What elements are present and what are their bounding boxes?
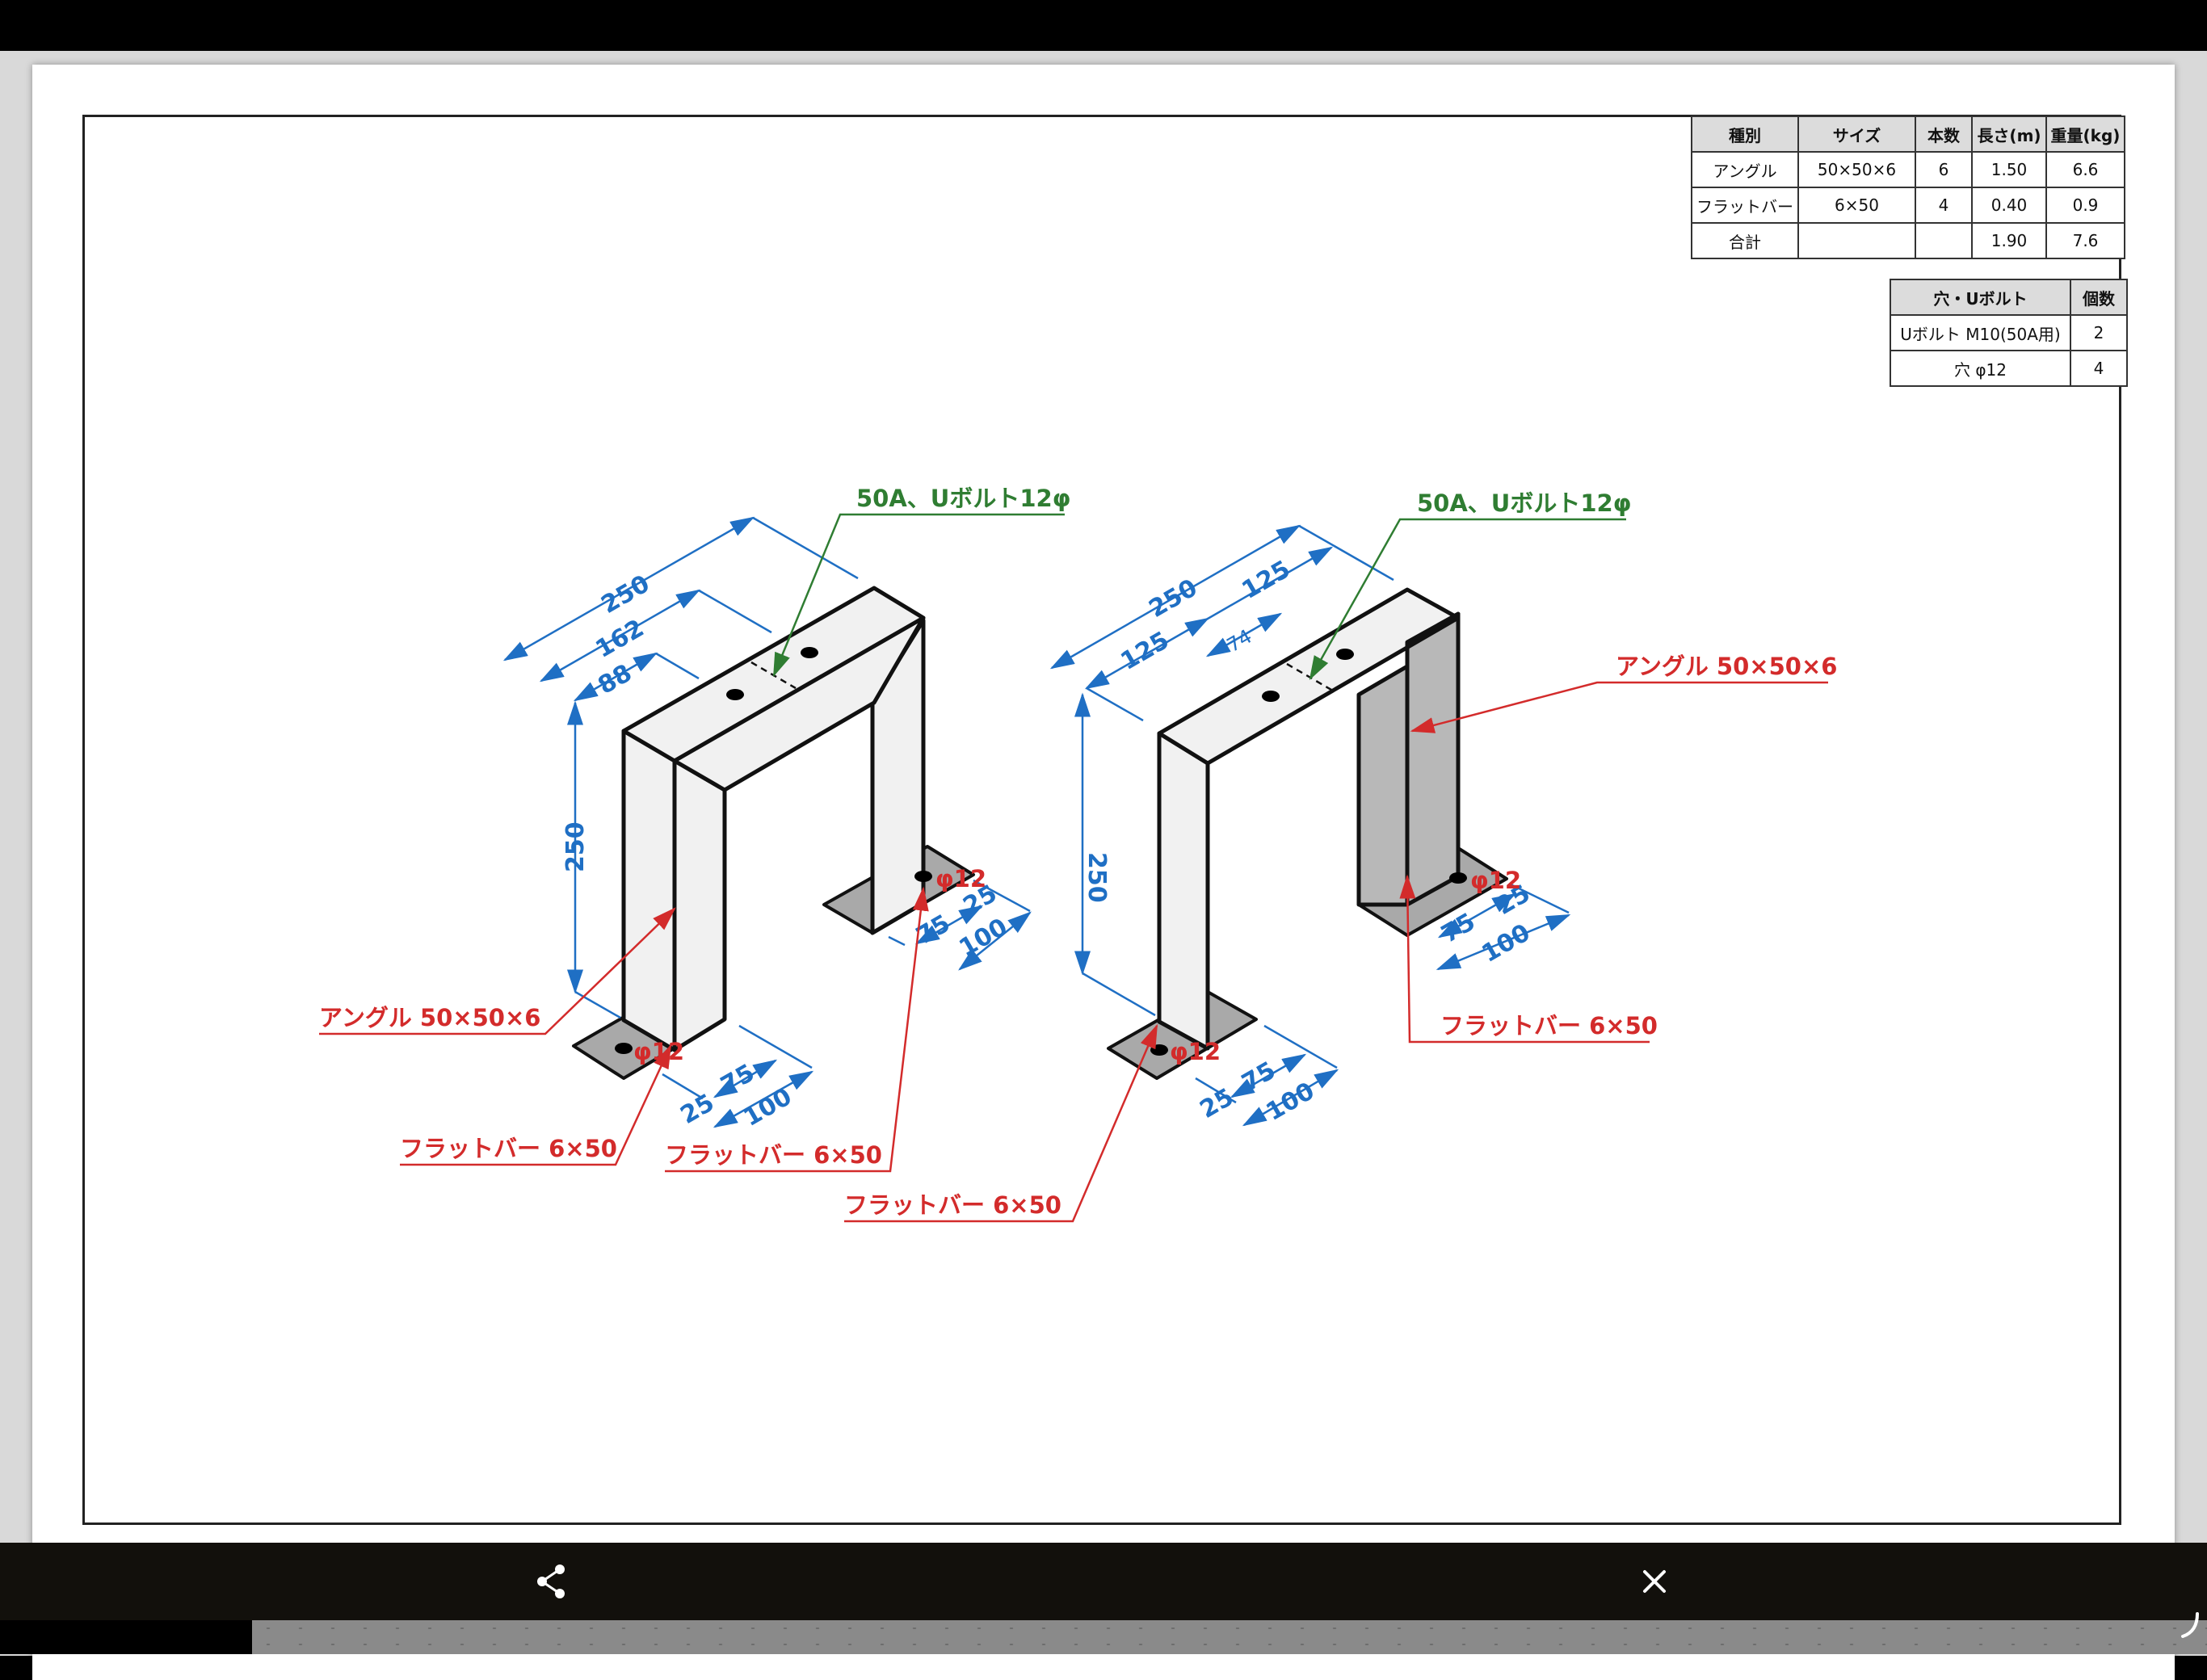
table-cell: 4 — [2070, 350, 2128, 387]
table-row: フラットバー 6×50 4 0.40 0.9 — [1691, 187, 2125, 224]
holes-table: 穴・Uボルト 個数 Uボルト M10(50A用) 2 穴 φ12 4 — [1890, 279, 2128, 387]
table-row: 穴 φ12 4 — [1890, 350, 2128, 387]
table-cell: フラットバー — [1691, 187, 1799, 224]
table-header-cell: 重量(kg) — [2045, 116, 2125, 153]
table-header-cell: 本数 — [1915, 116, 1973, 153]
table-header-row: 種別 サイズ 本数 長さ(m) 重量(kg) — [1691, 116, 2125, 153]
table-cell: 50×50×6 — [1797, 151, 1916, 188]
table-cell: アングル — [1691, 151, 1799, 188]
table-cell: 合計 — [1691, 222, 1799, 259]
share-icon — [537, 1564, 565, 1598]
table-cell: 6.6 — [2045, 151, 2125, 188]
table-cell — [1915, 222, 1973, 259]
materials-table: 種別 サイズ 本数 長さ(m) 重量(kg) アングル 50×50×6 6 1.… — [1691, 116, 2125, 259]
dock-left — [0, 1620, 252, 1654]
table-cell: 0.9 — [2045, 187, 2125, 224]
table-header-cell: 長さ(m) — [1971, 116, 2047, 153]
table-header-cell: 種別 — [1691, 116, 1799, 153]
table-cell: 0.40 — [1971, 187, 2047, 224]
table-row: 合計 1.90 7.6 — [1691, 222, 2125, 259]
table-cell — [1797, 222, 1916, 259]
table-cell: Uボルト M10(50A用) — [1890, 314, 2071, 351]
table-row: アングル 50×50×6 6 1.50 6.6 — [1691, 151, 2125, 188]
table-cell: 7.6 — [2045, 222, 2125, 259]
table-cell: 1.50 — [1971, 151, 2047, 188]
table-cell: 6 — [1915, 151, 1973, 188]
resize-handle-icon[interactable] — [2178, 1607, 2202, 1640]
bottom-toolbar — [0, 1543, 2207, 1620]
table-header-cell: 穴・Uボルト — [1890, 279, 2071, 316]
share-button[interactable] — [529, 1561, 574, 1602]
table-header-row: 穴・Uボルト 個数 — [1890, 279, 2128, 316]
dock-strip — [252, 1620, 2207, 1654]
table-cell: 穴 φ12 — [1890, 350, 2071, 387]
close-button[interactable] — [1632, 1559, 1677, 1604]
close-icon — [1643, 1570, 1666, 1593]
table-cell: 4 — [1915, 187, 1973, 224]
table-row: Uボルト M10(50A用) 2 — [1890, 314, 2128, 351]
drawing-frame — [82, 115, 2121, 1525]
top-status-bar — [0, 0, 2207, 51]
table-cell: 2 — [2070, 314, 2128, 351]
table-header-cell: 個数 — [2070, 279, 2128, 316]
table-cell: 6×50 — [1797, 187, 1916, 224]
table-header-cell: サイズ — [1797, 116, 1916, 153]
table-cell: 1.90 — [1971, 222, 2047, 259]
